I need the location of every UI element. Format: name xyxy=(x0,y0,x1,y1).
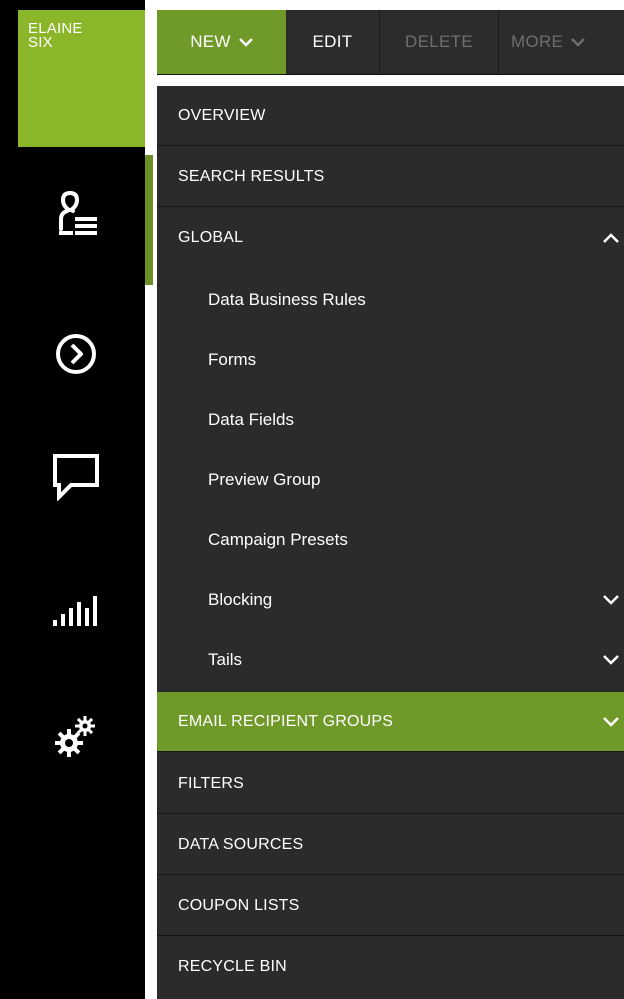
nav-subitem-label: Forms xyxy=(208,350,257,369)
brand-logo[interactable]: ELAINE SIX xyxy=(18,10,145,147)
chevron-down-icon[interactable] xyxy=(602,716,620,728)
nav-item-global[interactable]: GLOBAL xyxy=(157,208,624,268)
nav-item-recycle-bin[interactable]: RECYCLE BIN xyxy=(157,937,624,997)
user-list-icon[interactable] xyxy=(48,186,104,242)
nav-subitem-campaign-presets[interactable]: Campaign Presets xyxy=(157,510,624,570)
chevron-circle-right-icon[interactable] xyxy=(48,326,104,382)
signal-bars-icon[interactable] xyxy=(48,580,104,636)
nav-item-label: SEARCH RESULTS xyxy=(178,167,325,185)
more-button-label: MORE xyxy=(511,32,564,51)
delete-button[interactable]: DELETE xyxy=(380,10,499,74)
nav-item-search-results[interactable]: SEARCH RESULTS xyxy=(157,147,624,207)
nav-subitem-label: Data Business Rules xyxy=(208,290,366,309)
new-button[interactable]: NEW xyxy=(157,10,286,74)
chevron-up-icon[interactable] xyxy=(602,232,620,244)
nav-subitem-label: Tails xyxy=(208,650,243,669)
chevron-down-icon[interactable] xyxy=(602,654,620,666)
chat-bubble-icon[interactable] xyxy=(48,448,104,504)
nav-item-overview[interactable]: OVERVIEW xyxy=(157,86,624,146)
nav-subitem-forms[interactable]: Forms xyxy=(157,330,624,390)
nav-subitem-label: Preview Group xyxy=(208,470,321,489)
nav-subitem-label: Campaign Presets xyxy=(208,530,348,549)
chevron-down-icon[interactable] xyxy=(602,594,620,606)
nav-item-email-recipient-groups[interactable]: EMAIL RECIPIENT GROUPS xyxy=(157,692,624,752)
nav-item-label: FILTERS xyxy=(178,774,245,792)
nav-subitem-preview-group[interactable]: Preview Group xyxy=(157,450,624,510)
nav-subitem-label: Blocking xyxy=(208,590,273,609)
new-button-label: NEW xyxy=(190,32,231,51)
brand-line-2: SIX xyxy=(28,34,53,51)
nav-item-label: GLOBAL xyxy=(178,229,244,246)
chevron-down-icon xyxy=(571,32,586,52)
nav-item-filters[interactable]: FILTERS xyxy=(157,754,624,814)
nav-item-coupon-lists[interactable]: COUPON LISTS xyxy=(157,876,624,936)
nav-item-label: RECYCLE BIN xyxy=(178,958,287,975)
active-section-indicator xyxy=(145,155,153,285)
nav-item-label: OVERVIEW xyxy=(178,106,266,124)
chevron-down-icon xyxy=(238,32,253,52)
nav-item-label: COUPON LISTS xyxy=(178,896,300,914)
more-button[interactable]: MORE xyxy=(499,10,624,74)
nav-item-label: DATA SOURCES xyxy=(178,835,304,853)
nav-subitem-label: Data Fields xyxy=(208,410,294,429)
nav-item-label: EMAIL RECIPIENT GROUPS xyxy=(178,712,394,730)
gears-icon[interactable] xyxy=(48,708,104,764)
nav-subitem-blocking[interactable]: Blocking xyxy=(157,570,624,630)
toolbar: NEW EDIT DELETE MORE xyxy=(157,10,624,75)
icon-rail: ELAINE SIX xyxy=(0,0,145,999)
nav-item-data-sources[interactable]: DATA SOURCES xyxy=(157,815,624,875)
nav-subitem-data-fields[interactable]: Data Fields xyxy=(157,390,624,450)
navigation-panel: OVERVIEW SEARCH RESULTS GLOBAL Data Busi… xyxy=(157,86,624,999)
nav-subitem-data-business-rules[interactable]: Data Business Rules xyxy=(157,270,624,330)
nav-subitem-tails[interactable]: Tails xyxy=(157,630,624,690)
edit-button[interactable]: EDIT xyxy=(286,10,380,74)
